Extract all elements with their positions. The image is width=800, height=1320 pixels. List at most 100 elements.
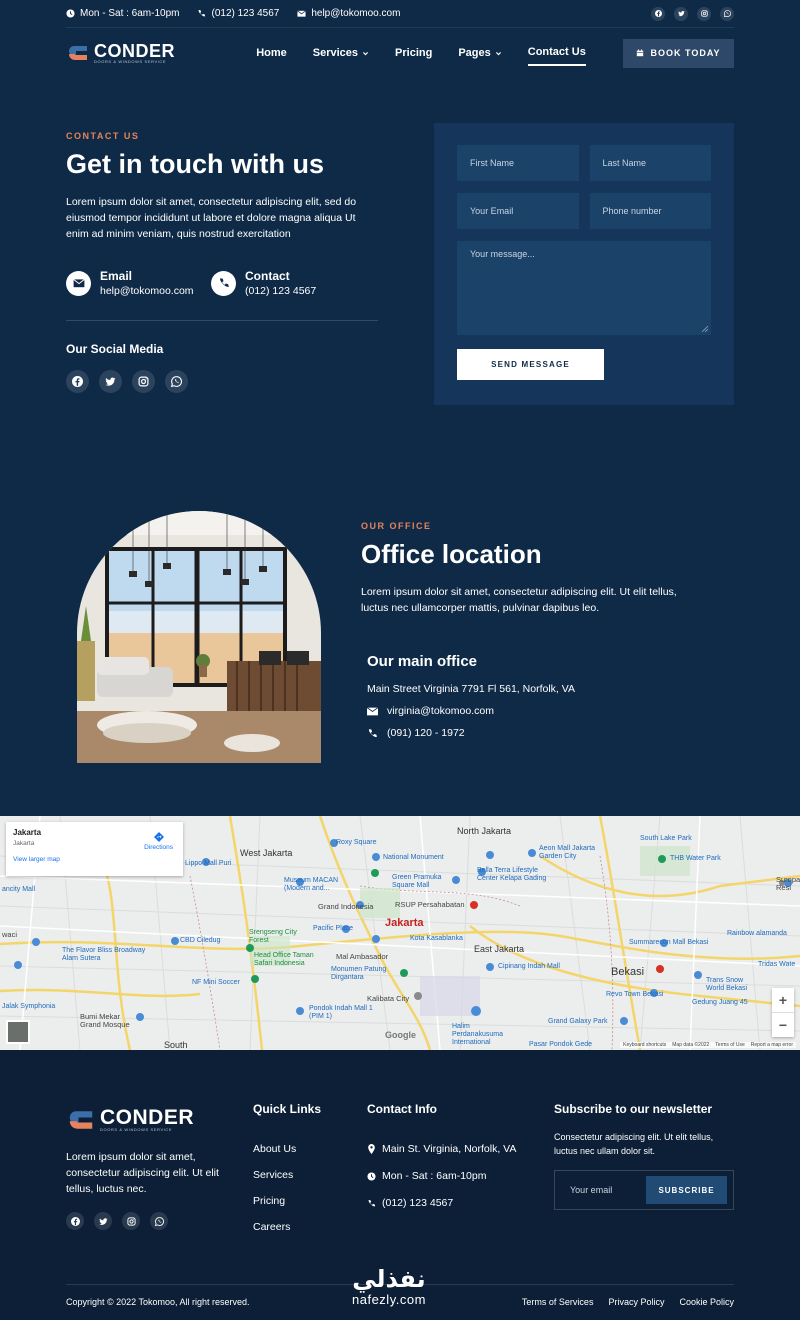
email-info[interactable]: help@tokomoo.com: [297, 8, 400, 19]
directions-button[interactable]: Directions: [144, 832, 173, 851]
terms-of-services-link[interactable]: Terms of Services: [522, 1297, 594, 1307]
street-view-pegman-icon[interactable]: [6, 1020, 30, 1044]
phone-field[interactable]: Phone number: [589, 193, 711, 229]
footer-phone[interactable]: (012) 123 4567: [367, 1197, 516, 1209]
map-label: Grand Indonesia: [318, 902, 374, 911]
send-message-button[interactable]: SEND MESSAGE: [457, 349, 604, 380]
map-label: Trans Snow World Bekasi: [706, 977, 748, 992]
map-label: Pondok Indah Mall 1 (PIM 1): [309, 1005, 373, 1020]
whatsapp-icon: [154, 1216, 164, 1226]
top-social-links: [651, 6, 734, 21]
phone-icon: [368, 1199, 376, 1206]
facebook-link[interactable]: [651, 6, 665, 21]
quick-links-title: Quick Links: [253, 1102, 322, 1116]
footer-logo[interactable]: CONDER DOORS & WINDOWS SERVICE: [66, 1105, 226, 1135]
instagram-link[interactable]: [132, 370, 155, 393]
map-place-card: Jakarta Jakarta View larger map Directio…: [6, 822, 183, 876]
footer-link-pricing[interactable]: Pricing: [253, 1195, 321, 1207]
report-map-error-link[interactable]: Report a map error: [751, 1042, 793, 1048]
instagram-link[interactable]: [122, 1212, 140, 1230]
hours-info: Mon - Sat : 6am-10pm: [66, 8, 179, 19]
nav-services[interactable]: Services: [313, 40, 369, 66]
footer-link-services[interactable]: Services: [253, 1169, 321, 1181]
email-label: Email: [100, 269, 133, 283]
chevron-down-icon: [363, 51, 369, 55]
zoom-in-button[interactable]: +: [772, 988, 794, 1012]
main-office-address: Main Street Virginia 7791 Fl 561, Norfol…: [367, 683, 575, 695]
nav-pricing[interactable]: Pricing: [395, 40, 432, 66]
twitter-link[interactable]: [94, 1212, 112, 1230]
email-text: help@tokomoo.com: [311, 8, 401, 19]
nav-menu: Home Services Pricing Pages Contact Us: [256, 40, 586, 66]
whatsapp-icon: [723, 10, 731, 17]
keyboard-shortcuts-link[interactable]: Keyboard shortcuts: [623, 1042, 666, 1048]
twitter-icon: [98, 1217, 108, 1225]
map-label: waci: [2, 930, 18, 939]
contact-email[interactable]: Email help@tokomoo.com: [66, 269, 194, 297]
contact-form: First Name Last Name Your Email Phone nu…: [434, 123, 734, 405]
nav-pages[interactable]: Pages: [458, 40, 501, 66]
map-label: National Monument: [383, 854, 444, 861]
office-description: Lorem ipsum dolor sit amet, consectetur …: [361, 586, 677, 614]
nav-contact-us[interactable]: Contact Us: [527, 40, 586, 66]
office-email[interactable]: virginia@tokomoo.com: [367, 705, 687, 717]
map-label: East Jakarta: [474, 944, 525, 954]
map-label: Grand Galaxy Park: [548, 1018, 608, 1025]
zoom-out-button[interactable]: −: [772, 1012, 794, 1037]
map-label: Aeon Mall Jakarta Garden City: [539, 845, 596, 860]
terms-of-use-link[interactable]: Terms of Use: [715, 1042, 744, 1048]
map-label: NF Mini Soccer: [192, 979, 240, 986]
contact-info-title: Contact Info: [367, 1102, 437, 1116]
twitter-link[interactable]: [674, 6, 688, 21]
map-label: RSUP Persahabatan: [395, 900, 465, 909]
privacy-policy-link[interactable]: Privacy Policy: [608, 1297, 664, 1307]
logo[interactable]: CONDER DOORS & WINDOWS SERVICE: [66, 41, 175, 65]
map-label: Kalibata City: [367, 994, 410, 1003]
map-label: Gedung Juang 45: [692, 999, 748, 1006]
map-label: Suropa Resi: [776, 875, 800, 892]
first-name-field[interactable]: First Name: [457, 145, 579, 181]
clock-icon: [66, 9, 75, 18]
brand-name: CONDER: [94, 40, 176, 61]
whatsapp-link[interactable]: [165, 370, 188, 393]
map-label: Mal Ambasador: [336, 952, 389, 961]
footer-link-about-us[interactable]: About Us: [253, 1143, 321, 1155]
facebook-link[interactable]: [66, 1212, 84, 1230]
last-name-field[interactable]: Last Name: [589, 145, 711, 181]
resize-handle-icon[interactable]: [702, 326, 708, 332]
contact-info: Contact Info Main St. Virginia, Norfolk,…: [367, 1102, 516, 1209]
whatsapp-link[interactable]: [150, 1212, 168, 1230]
twitter-icon: [105, 377, 116, 386]
message-field[interactable]: Your message...: [457, 241, 711, 335]
footer-link-careers[interactable]: Careers: [253, 1221, 321, 1233]
instagram-link[interactable]: [697, 6, 711, 21]
map-label: Bella Terra Lifestyle Center Kelapa Gadi…: [477, 867, 547, 882]
subscribe-button[interactable]: SUBSCRIBE: [646, 1176, 727, 1204]
nav-home[interactable]: Home: [256, 40, 287, 66]
google-map[interactable]: North Jakarta West Jakarta East Jakarta …: [0, 816, 800, 1050]
phone-info[interactable]: (012) 123 4567: [197, 8, 279, 19]
book-today-button[interactable]: BOOK TODAY: [623, 38, 734, 68]
phone-icon: [368, 728, 377, 737]
contact-phone[interactable]: Contact (012) 123 4567: [211, 269, 338, 297]
whatsapp-link[interactable]: [720, 6, 734, 21]
twitter-link[interactable]: [99, 370, 122, 393]
map-label: Cipinang Indah Mall: [498, 963, 560, 970]
view-larger-map-link[interactable]: View larger map: [13, 856, 176, 863]
office-phone[interactable]: (091) 120 - 1972: [367, 727, 687, 739]
facebook-link[interactable]: [66, 370, 89, 393]
cookie-policy-link[interactable]: Cookie Policy: [679, 1297, 734, 1307]
whatsapp-icon: [171, 376, 182, 387]
newsletter-email-input[interactable]: Your email: [570, 1185, 612, 1195]
email-field[interactable]: Your Email: [457, 193, 579, 229]
twitter-icon: [677, 11, 685, 17]
quick-links: Quick Links About Us Services Pricing Ca…: [253, 1102, 321, 1233]
phone-icon: [199, 9, 206, 17]
map-label: Green Pramuka Square Mall: [392, 874, 442, 889]
legal-links: Terms of Services Privacy Policy Cookie …: [522, 1297, 734, 1307]
footer-hours: Mon - Sat : 6am-10pm: [367, 1170, 516, 1182]
map-label: Bekasi: [611, 966, 645, 978]
map-data-text: Map data ©2022: [672, 1042, 710, 1048]
main-nav: CONDER DOORS & WINDOWS SERVICE Home Serv…: [66, 36, 734, 70]
map-label: Srengseng City Forest: [249, 929, 297, 944]
